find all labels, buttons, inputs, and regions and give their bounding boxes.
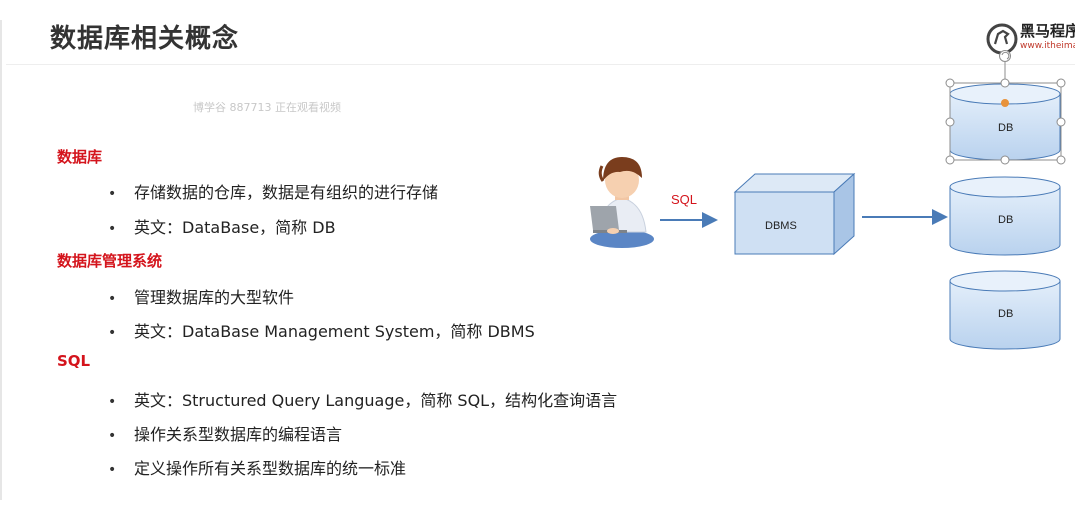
resize-handle[interactable] — [1056, 78, 1066, 88]
resize-handle[interactable] — [1000, 155, 1010, 165]
db-cylinder-2[interactable]: DB — [949, 176, 1061, 256]
resize-handle[interactable] — [1000, 78, 1010, 88]
shape-adjust-handle[interactable] — [1001, 99, 1009, 107]
db-label: DB — [998, 122, 1013, 134]
resize-handle[interactable] — [945, 155, 955, 165]
dbms-label: DBMS — [765, 220, 797, 232]
resize-handle[interactable] — [945, 78, 955, 88]
db-label: DB — [998, 214, 1013, 226]
user-with-laptop-icon — [590, 157, 654, 248]
db-label: DB — [998, 308, 1013, 320]
resize-handle[interactable] — [945, 117, 955, 127]
db-cylinder-3[interactable]: DB — [949, 270, 1061, 350]
db-cylinder-1[interactable]: DB — [949, 83, 1061, 161]
sql-label: SQL — [671, 192, 697, 207]
architecture-diagram: SQL DBMS DB DB DB — [590, 50, 1066, 350]
resize-handle[interactable] — [1056, 117, 1066, 127]
resize-handle[interactable] — [1056, 155, 1066, 165]
dbms-box: DBMS — [733, 172, 856, 256]
